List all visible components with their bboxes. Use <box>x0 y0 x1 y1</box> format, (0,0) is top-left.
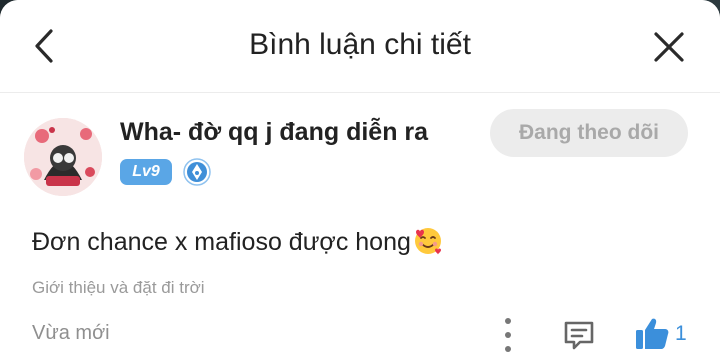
avatar[interactable] <box>24 118 102 196</box>
close-icon <box>654 32 684 62</box>
header: Bình luận chi tiết <box>0 0 720 93</box>
page-title: Bình luận chi tiết <box>249 28 471 61</box>
following-button[interactable]: Đang theo dõi <box>490 109 688 157</box>
close-button[interactable] <box>650 28 688 66</box>
avatar-image <box>24 118 102 196</box>
username[interactable]: Wha- đờ qq j đang diễn ra <box>120 118 428 147</box>
pen-badge-icon <box>183 158 211 186</box>
more-options-button[interactable] <box>496 318 520 352</box>
comment-icon <box>564 321 594 350</box>
thumbs-up-icon <box>636 318 669 349</box>
comment-text: Đơn chance x mafioso được hong <box>32 226 443 257</box>
level-badge: Lv9 <box>120 159 172 185</box>
more-dot <box>505 346 511 352</box>
comment-body: Đơn chance x mafioso được hong <box>32 228 411 256</box>
timestamp: Vừa mới <box>32 322 110 344</box>
like-button[interactable] <box>634 315 670 351</box>
comment-detail-sheet: Bình luận chi tiết Wha- đờ qq j đang diễ… <box>0 0 720 363</box>
comment-subtitle: Giới thiệu và đặt đi trời <box>32 278 205 297</box>
like-count: 1 <box>675 322 687 345</box>
more-dot <box>505 332 511 338</box>
smiling-face-with-hearts-icon <box>414 228 441 255</box>
more-dot <box>505 318 511 324</box>
reply-button[interactable] <box>562 318 596 352</box>
